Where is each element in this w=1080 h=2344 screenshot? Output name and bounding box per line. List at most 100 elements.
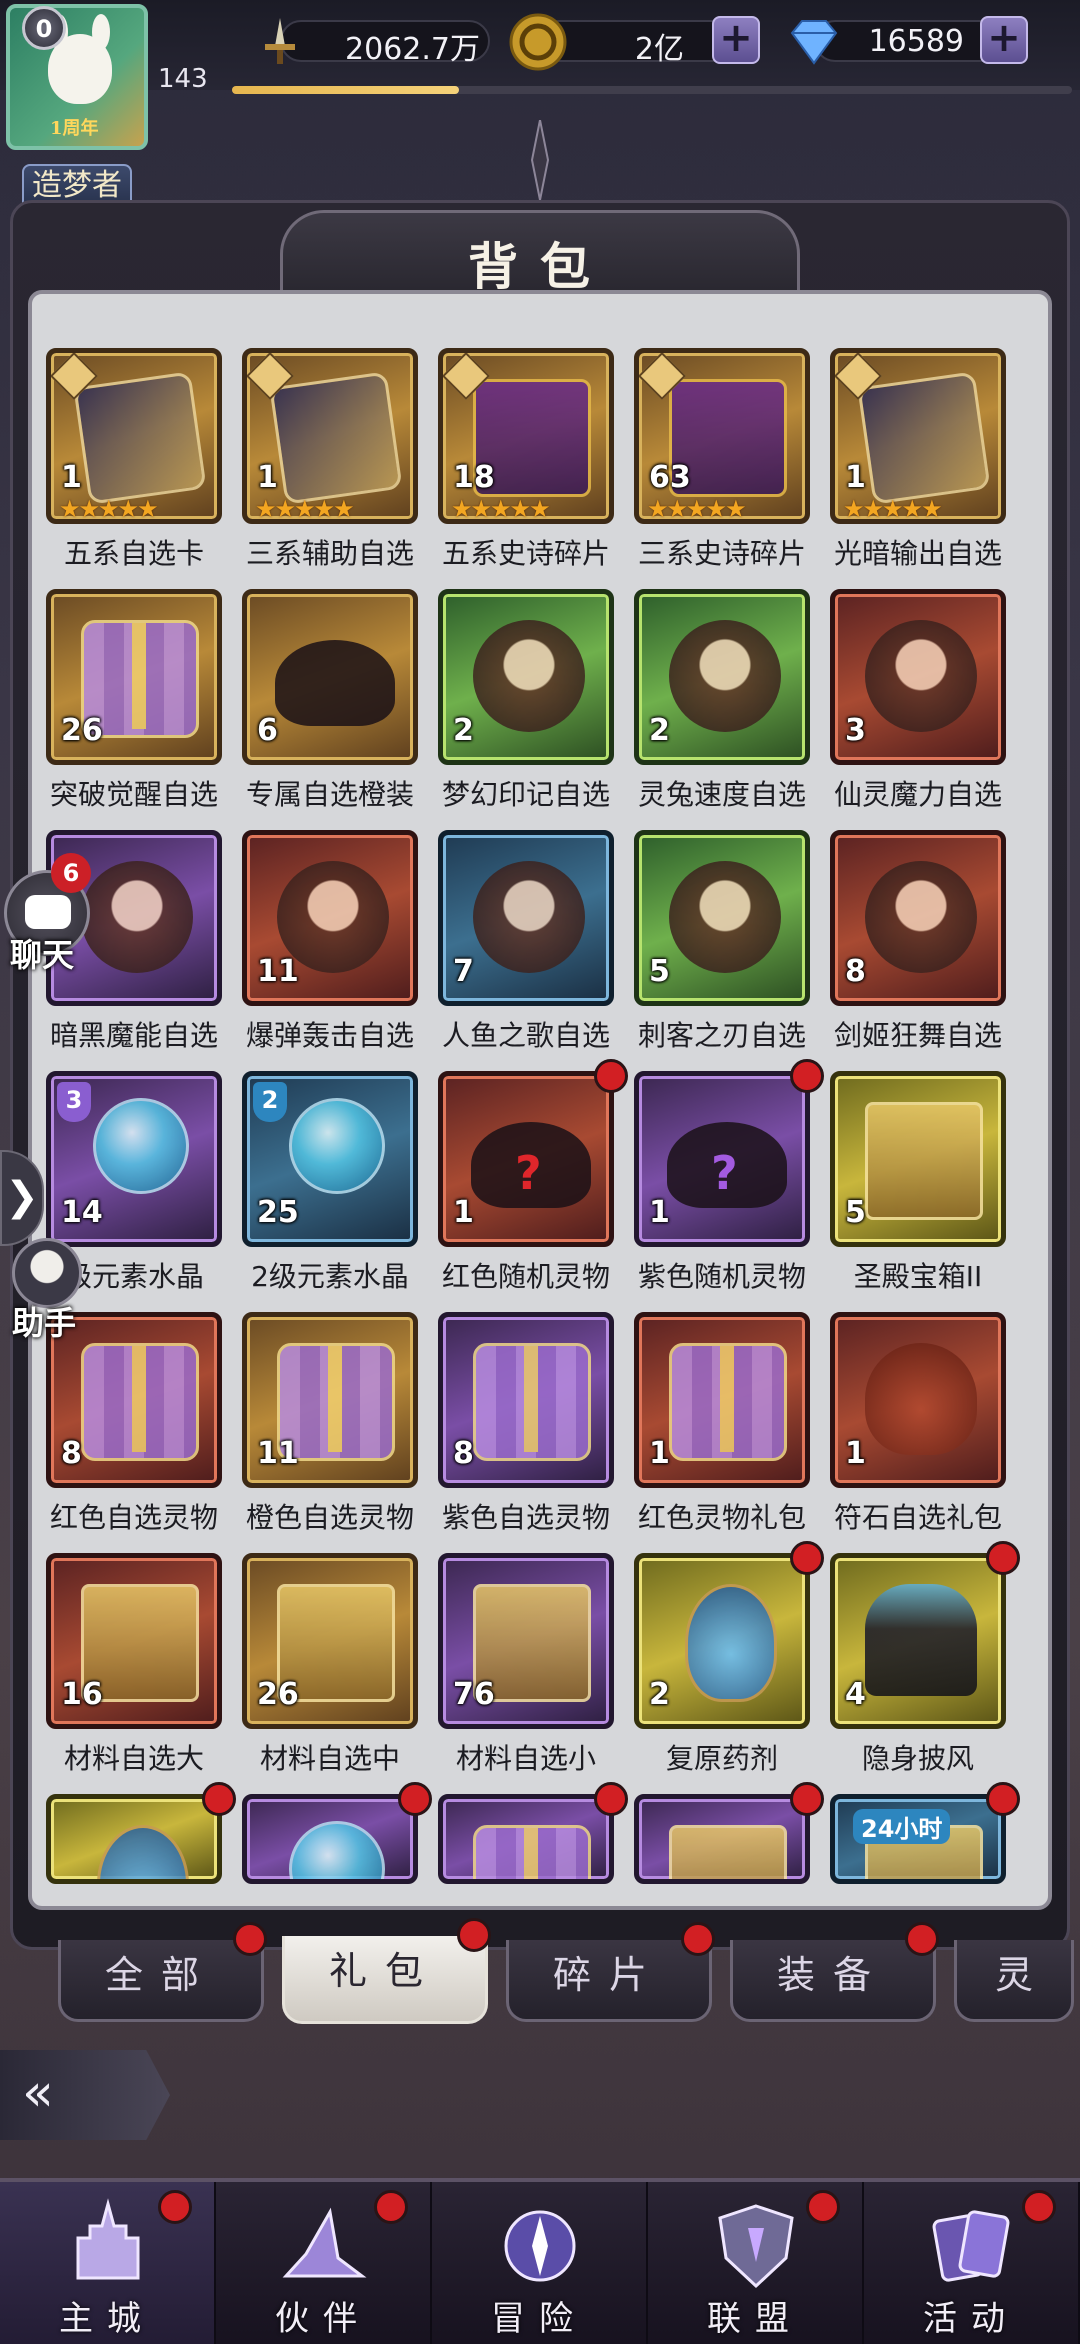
item-tile[interactable]: 63 ★★★★★: [634, 348, 810, 524]
avatar-vip-badge: 0: [22, 6, 66, 50]
item-tile[interactable]: 1: [830, 1312, 1006, 1488]
back-arrow-icon: «: [22, 2063, 54, 2123]
item-tile[interactable]: 18 ★★★★★: [438, 348, 614, 524]
back-button[interactable]: «: [0, 2050, 170, 2140]
item-name: 材料自选大: [63, 1742, 204, 1775]
new-indicator-dot: [594, 1059, 628, 1093]
orb-item-icon: [93, 1098, 189, 1194]
item-name: 五系自选卡: [63, 537, 204, 570]
item-tile[interactable]: 2: [634, 589, 810, 765]
add-gold-button[interactable]: +: [712, 16, 760, 64]
question-mark-icon: ?: [711, 1146, 738, 1200]
item-tile[interactable]: 5: [830, 1071, 1006, 1247]
new-indicator-dot: [790, 1782, 824, 1816]
item-tile[interactable]: [46, 1794, 222, 1884]
diamond-value: 16589: [868, 24, 964, 59]
item-tile[interactable]: 26: [46, 589, 222, 765]
item-tile[interactable]: 2 25: [242, 1071, 418, 1247]
item-name: 三系辅助自选: [245, 537, 414, 570]
add-diamond-button[interactable]: +: [980, 16, 1028, 64]
grade-badge: 2: [253, 1082, 287, 1122]
item-name: 突破觉醒自选: [49, 778, 218, 811]
new-indicator-dot: [986, 1541, 1020, 1575]
item-tile[interactable]: 6: [242, 589, 418, 765]
item-tile[interactable]: 1 ★★★★★: [46, 348, 222, 524]
item-count: 5: [649, 954, 670, 989]
nav-label: 活动: [923, 2299, 1019, 2339]
item-name: 红色灵物礼包: [637, 1501, 806, 1534]
item-tile[interactable]: 76: [438, 1553, 614, 1729]
avatar-anniversary-tag: 1周年: [50, 118, 99, 139]
item-tile[interactable]: 3: [830, 589, 1006, 765]
item-tile[interactable]: 8: [438, 1312, 614, 1488]
portal-icon: [504, 2210, 576, 2282]
item-name: 暗黑魔能自选: [49, 1019, 218, 1052]
item-tile[interactable]: 24小时: [830, 1794, 1006, 1884]
item-tile[interactable]: ? 1: [438, 1071, 614, 1247]
item-tile[interactable]: 1 ★★★★★: [830, 348, 1006, 524]
item-name: 紫色随机灵物: [637, 1260, 806, 1293]
diamond-icon: [784, 14, 844, 70]
timer-banner: 24小时: [853, 1809, 951, 1844]
hero-item-icon: [865, 861, 977, 973]
item-tile[interactable]: 11: [242, 1312, 418, 1488]
item-tile[interactable]: 1: [634, 1312, 810, 1488]
item-tile[interactable]: ? 1: [634, 1071, 810, 1247]
potion-item-icon: [685, 1584, 777, 1702]
tab-1[interactable]: 礼包: [282, 1918, 491, 2024]
nav-item-0[interactable]: 主城: [0, 2182, 216, 2344]
item-count: 5: [845, 1195, 866, 1230]
item-count: 26: [257, 1677, 299, 1712]
gift-item-icon: [473, 1825, 591, 1879]
item-tile[interactable]: 16: [46, 1553, 222, 1729]
power-value: 2062.7万: [345, 32, 480, 67]
item-tile[interactable]: 7: [438, 830, 614, 1006]
item-name: 材料自选中: [259, 1742, 400, 1775]
bottom-nav: 主城 伙伴 冒险 联盟 活动: [0, 2178, 1080, 2344]
item-name: 人鱼之歌自选: [441, 1019, 610, 1052]
nav-item-1[interactable]: 伙伴: [216, 2182, 432, 2344]
item-tile[interactable]: 8: [830, 830, 1006, 1006]
item-name: 爆弹轰击自选: [245, 1019, 414, 1052]
item-name: 紫色自选灵物: [441, 1501, 610, 1534]
tab-3[interactable]: 装备: [730, 1922, 939, 2022]
tab-0[interactable]: 全部: [58, 1922, 267, 2022]
crest-ornament-icon: [530, 120, 550, 200]
item-tile[interactable]: 5: [634, 830, 810, 1006]
hero-item-icon: [473, 620, 585, 732]
item-tile[interactable]: [438, 1794, 614, 1884]
item-count: 1: [845, 1436, 866, 1471]
orb-item-icon: [289, 1821, 385, 1879]
item-tile[interactable]: 3 14: [46, 1071, 222, 1247]
card-item-icon: [857, 371, 991, 505]
tab-4[interactable]: 灵: [954, 1940, 1074, 2022]
item-tile[interactable]: 26: [242, 1553, 418, 1729]
orb-item-icon: [289, 1098, 385, 1194]
new-indicator-dot: [986, 1782, 1020, 1816]
item-tile[interactable]: 4: [830, 1553, 1006, 1729]
item-name: 刺客之刃自选: [637, 1019, 806, 1052]
item-tile[interactable]: 2: [634, 1553, 810, 1729]
item-name: 红色自选灵物: [49, 1501, 218, 1534]
item-count: 1: [649, 1436, 670, 1471]
gift-item-icon: [669, 1343, 787, 1461]
nav-item-4[interactable]: 活动: [864, 2182, 1080, 2344]
tab-notification-dot: [233, 1922, 267, 1956]
item-name: 复原药剂: [665, 1742, 778, 1775]
item-tile[interactable]: [242, 1794, 418, 1884]
item-tile[interactable]: [634, 1794, 810, 1884]
tab-2[interactable]: 碎片: [506, 1922, 715, 2022]
item-tile[interactable]: 11: [242, 830, 418, 1006]
player-title: 造梦者: [32, 168, 122, 203]
item-name: 橙色自选灵物: [245, 1501, 414, 1534]
item-tile[interactable]: 2: [438, 589, 614, 765]
item-stars: ★★★★★: [59, 495, 159, 523]
nav-item-2[interactable]: 冒险: [432, 2182, 648, 2344]
xp-bar: [232, 86, 1072, 94]
item-count: 1: [257, 460, 278, 495]
item-name: 2级元素水晶: [251, 1260, 409, 1293]
bag-panel: 1 ★★★★★ 五系自选卡 1 ★★★★★ 三系辅助自选 18 ★★★★★ 五系史诗碎片 63 ★★…: [28, 290, 1052, 1910]
item-tile[interactable]: 1 ★★★★★: [242, 348, 418, 524]
nav-label: 主城: [59, 2299, 155, 2339]
nav-item-3[interactable]: 联盟: [648, 2182, 864, 2344]
